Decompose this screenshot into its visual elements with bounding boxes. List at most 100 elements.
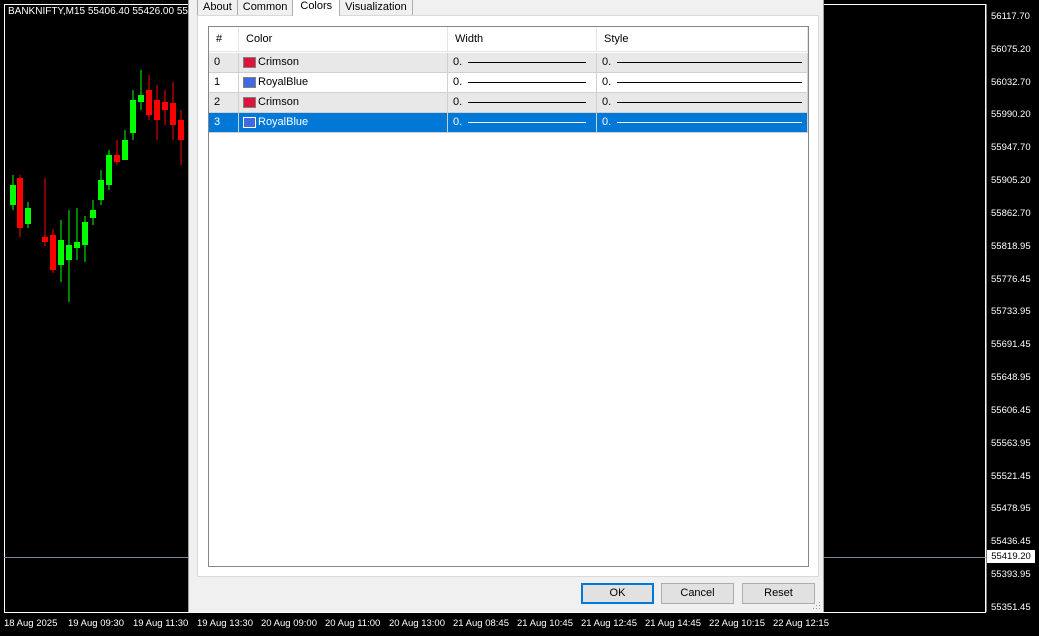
price-tick-label: 55351.45 [991, 601, 1031, 613]
time-tick-label: 19 Aug 09:30 [68, 618, 124, 629]
time-tick-label: 22 Aug 10:15 [709, 618, 765, 629]
tab-visualization[interactable]: Visualization [339, 0, 413, 15]
reset-button[interactable]: Reset [742, 583, 815, 604]
width-value: 0. [453, 96, 463, 108]
price-tick-label: 55990.20 [991, 109, 1031, 121]
style-cell[interactable]: 0. [597, 73, 808, 93]
time-axis: 18 Aug 2025 19 Aug 09:30 19 Aug 11:30 19 Au… [0, 614, 986, 636]
table-row[interactable]: 0 Crimson 0. 0. [209, 53, 808, 73]
width-line-preview [468, 82, 587, 83]
bull-candle [98, 180, 104, 200]
price-tick-label: 56032.70 [991, 76, 1031, 88]
time-tick-label: 20 Aug 09:00 [261, 618, 317, 629]
time-tick-label: 22 Aug 12:15 [773, 618, 829, 629]
row-index: 3 [209, 113, 239, 133]
width-value: 0. [453, 116, 463, 128]
price-tick-label: 55648.95 [991, 372, 1031, 384]
price-tick-label: 55818.95 [991, 240, 1031, 252]
bear-candle [154, 100, 160, 120]
column-header-width[interactable]: Width [448, 27, 597, 52]
color-name: Crimson [258, 56, 299, 68]
time-tick-label: 20 Aug 11:00 [325, 618, 381, 629]
tab-common[interactable]: Common [236, 0, 294, 15]
color-cell[interactable]: Crimson [239, 53, 448, 73]
bear-candle [17, 178, 23, 228]
style-cell[interactable]: 0. [597, 113, 808, 133]
column-header-style[interactable]: Style [597, 27, 808, 52]
table-row[interactable]: 2 Crimson 0. 0. [209, 93, 808, 113]
bull-candle [106, 155, 112, 185]
resize-grip-icon[interactable] [813, 602, 821, 610]
bull-candle [66, 245, 72, 260]
color-cell[interactable]: RoyalBlue [239, 113, 448, 133]
bear-candle [114, 155, 120, 162]
color-cell[interactable]: Crimson [239, 93, 448, 113]
price-tick-label: 55776.45 [991, 273, 1031, 285]
table-row-selected[interactable]: 3 RoyalBlue 0. 0. [209, 113, 808, 133]
price-tick-label: 55947.70 [991, 142, 1031, 154]
color-swatch [243, 117, 256, 128]
price-tick-label: 55478.95 [991, 503, 1031, 515]
bull-candle [122, 140, 128, 160]
price-tick-label: 56075.20 [991, 43, 1031, 55]
color-swatch [243, 77, 256, 88]
row-index: 0 [209, 53, 239, 73]
style-line-preview [617, 102, 803, 103]
time-tick-label: 20 Aug 13:00 [389, 618, 445, 629]
color-name: RoyalBlue [258, 76, 309, 88]
color-name: RoyalBlue [258, 116, 309, 128]
color-cell[interactable]: RoyalBlue [239, 73, 448, 93]
time-tick-label: 19 Aug 11:30 [133, 618, 189, 629]
width-cell[interactable]: 0. [448, 93, 597, 113]
price-tick-label: 55905.20 [991, 175, 1031, 187]
time-tick-label: 19 Aug 13:30 [197, 618, 253, 629]
cancel-button[interactable]: Cancel [661, 583, 734, 604]
style-cell[interactable]: 0. [597, 93, 808, 113]
bear-candle [170, 103, 176, 125]
ok-button[interactable]: OK [581, 583, 654, 604]
column-header-color[interactable]: Color [239, 27, 448, 52]
tab-colors[interactable]: Colors [292, 0, 341, 16]
style-line-preview [617, 82, 803, 83]
bear-candle [178, 120, 184, 140]
column-header-index[interactable]: # [209, 27, 239, 52]
style-cell[interactable]: 0. [597, 53, 808, 73]
width-line-preview [468, 102, 587, 103]
color-swatch [243, 57, 256, 68]
bull-candle [130, 100, 136, 133]
colors-tab-panel: # Color Width Style 0 Crimson 0. 0. 1 Ro… [197, 15, 819, 577]
time-tick-label: 21 Aug 08:45 [453, 618, 509, 629]
bull-candle [82, 222, 88, 245]
width-value: 0. [453, 56, 463, 68]
colors-grid: # Color Width Style 0 Crimson 0. 0. 1 Ro… [208, 26, 809, 567]
width-cell[interactable]: 0. [448, 53, 597, 73]
width-cell[interactable]: 0. [448, 113, 597, 133]
bear-candle [162, 102, 168, 110]
time-tick-label: 21 Aug 10:45 [517, 618, 573, 629]
tab-strip: About Common Colors Visualization [197, 0, 413, 16]
table-row[interactable]: 1 RoyalBlue 0. 0. [209, 73, 808, 93]
indicator-properties-dialog: About Common Colors Visualization # Colo… [188, 0, 824, 612]
price-tick-label: 55393.95 [991, 569, 1031, 581]
style-value: 0. [602, 116, 612, 128]
price-axis: 56117.70 56075.20 56032.70 55990.20 55947.70… [986, 0, 1039, 636]
price-tick-label: 56117.70 [991, 11, 1030, 22]
bear-candle [42, 237, 48, 242]
time-tick-label: 21 Aug 12:45 [581, 618, 637, 629]
price-tick-label: 55436.45 [991, 536, 1031, 548]
tab-about[interactable]: About [197, 0, 238, 15]
style-value: 0. [602, 96, 612, 108]
style-value: 0. [602, 56, 612, 68]
price-tick-label: 55563.95 [991, 437, 1031, 449]
bull-candle [90, 210, 96, 218]
bull-candle [58, 240, 64, 265]
bull-candle [10, 185, 16, 205]
price-tick-label: 55691.45 [991, 339, 1031, 351]
width-line-preview [468, 122, 587, 123]
row-index: 2 [209, 93, 239, 113]
current-price-label: 55419.20 [987, 550, 1035, 563]
time-tick-label: 21 Aug 14:45 [645, 618, 701, 629]
color-name: Crimson [258, 96, 299, 108]
width-cell[interactable]: 0. [448, 73, 597, 93]
style-value: 0. [602, 76, 612, 88]
